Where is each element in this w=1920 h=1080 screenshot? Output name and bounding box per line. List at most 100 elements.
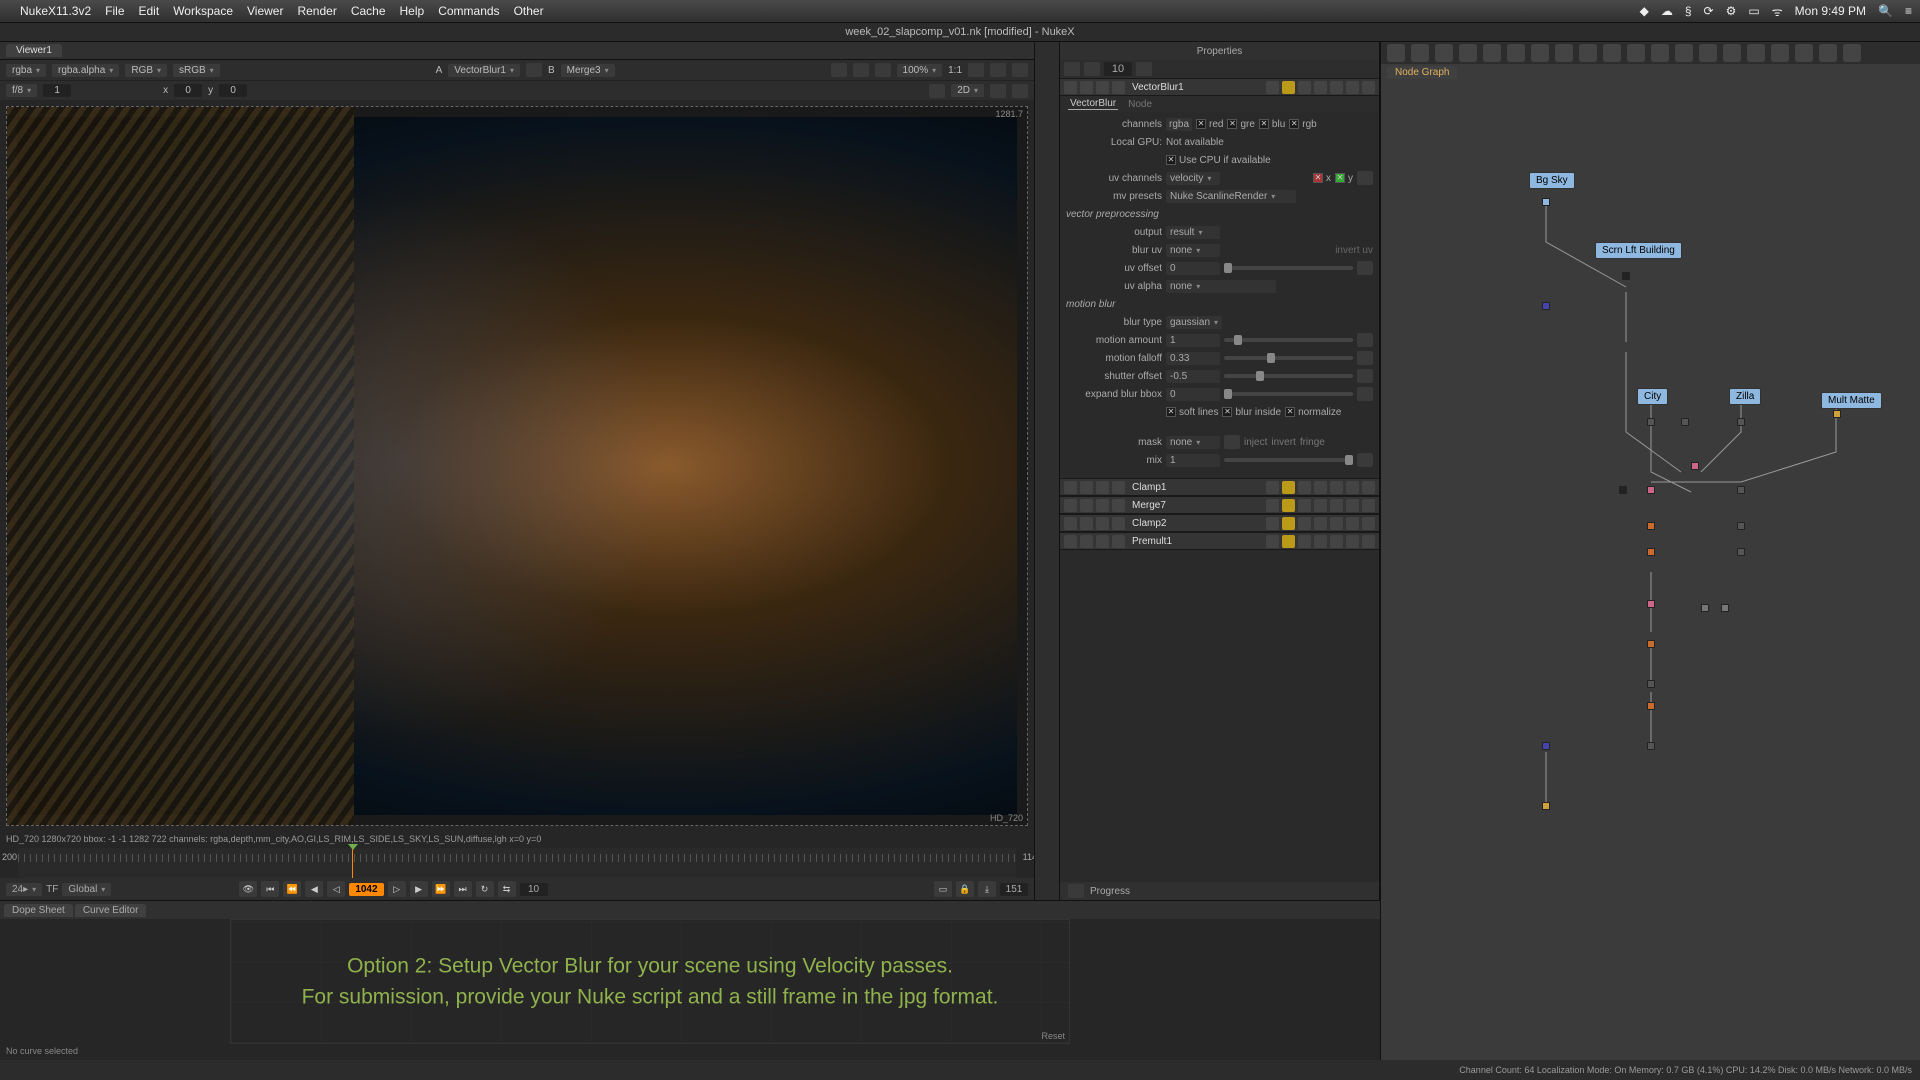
backdrop-bg-sky[interactable]: Bg Sky [1529,172,1575,189]
read-node[interactable] [1542,198,1550,206]
node-label[interactable] [1701,604,1709,612]
eye-icon[interactable]: 👁 [239,881,257,897]
fps-dropdown[interactable]: 24▸ [6,883,42,896]
collapse-icon[interactable] [1064,81,1077,94]
fstop-dropdown[interactable]: f/8 [6,84,37,97]
clear-panels-icon[interactable] [1084,62,1100,76]
dim-dropdown[interactable]: 2D [951,84,984,97]
uv-alpha-dropdown[interactable]: none [1166,280,1276,293]
adobe-icon[interactable]: ◆ [1640,4,1649,18]
playhead-icon[interactable] [348,844,358,850]
menu-cache[interactable]: Cache [351,4,386,18]
frame-increment[interactable]: 10 [520,883,548,896]
green-check[interactable] [1227,119,1237,129]
shutter-offset-anim-icon[interactable] [1357,369,1373,383]
clock[interactable]: Mon 9:49 PM [1795,4,1866,18]
blurinside-check[interactable] [1222,407,1232,417]
viewer-tab[interactable]: Viewer1 [6,44,62,57]
node-label[interactable] [1721,604,1729,612]
updates-icon[interactable]: ⚙ [1726,4,1737,18]
menu-help[interactable]: Help [400,4,425,18]
cloud-icon[interactable]: ☁ [1661,4,1673,18]
pause-icon[interactable] [875,63,891,77]
divider-strip[interactable] [1035,42,1060,900]
zoom-dropdown[interactable]: 100% [897,64,943,77]
proxy-icon[interactable] [853,63,869,77]
node[interactable] [1737,548,1745,556]
blur-type-dropdown[interactable]: gaussian [1166,316,1222,329]
loop-icon[interactable]: ↻ [476,881,494,897]
mix-input[interactable]: 1 [1166,454,1220,467]
bits-dropdown[interactable]: RGB [125,64,167,77]
close-panel-icon[interactable] [1362,535,1375,548]
a-input-dropdown[interactable]: VectorBlur1 [448,64,520,77]
float-panel-icon[interactable] [1136,62,1152,76]
redo-icon[interactable] [1330,81,1343,94]
zoom-fit-icon[interactable] [968,63,984,77]
node[interactable] [1737,486,1745,494]
menu-file[interactable]: File [105,4,124,18]
merge-node[interactable] [1542,302,1550,310]
help-icon[interactable] [1346,81,1359,94]
uv-offset-anim-icon[interactable] [1357,261,1373,275]
tab-vectorblur[interactable]: VectorBlur [1068,98,1118,110]
export-icon[interactable]: ⤓ [978,881,996,897]
motion-falloff-anim-icon[interactable] [1357,351,1373,365]
refresh-icon[interactable] [1012,63,1028,77]
output-dropdown[interactable]: result [1166,226,1220,239]
backdrop-mult-matte[interactable]: Mult Matte [1821,392,1882,409]
read-node[interactable] [1681,418,1689,426]
node-name[interactable]: VectorBlur1 [1128,82,1263,93]
sync-icon[interactable]: ⟳ [1704,4,1714,18]
red-check[interactable] [1196,119,1206,129]
motion-amount-anim-icon[interactable] [1357,333,1373,347]
arrow-icon[interactable] [1068,884,1084,898]
step-back-button[interactable]: ◁ [327,881,345,897]
write-node[interactable] [1542,802,1550,810]
snapshot-icon[interactable] [1266,81,1279,94]
mask-dropdown[interactable]: none [1166,436,1220,449]
node[interactable] [1647,680,1655,688]
undo-icon[interactable] [1314,81,1327,94]
viewer-canvas[interactable]: 1281.7 HD_720 [6,106,1028,826]
mv-presets-dropdown[interactable]: Nuke ScanlineRender [1166,190,1296,203]
center-icon[interactable] [1080,81,1093,94]
timeline[interactable]: 200 1140 [18,848,1016,878]
gain-input[interactable]: 1 [43,84,71,97]
dollar-icon[interactable]: § [1685,4,1692,18]
app-menu[interactable]: NukeX11.3v2 [20,4,91,18]
shutter-offset-input[interactable]: -0.5 [1166,370,1220,383]
close-panel-icon[interactable] [1362,499,1375,512]
link-icon[interactable] [1112,81,1125,94]
backdrop-city[interactable]: City [1637,388,1668,405]
collapse-icon[interactable] [1064,517,1077,530]
node[interactable] [1647,522,1655,530]
backdrop-scrn-building[interactable]: Scrn Lft Building [1595,242,1682,259]
node[interactable] [1647,702,1655,710]
node[interactable] [1737,522,1745,530]
motion-falloff-input[interactable]: 0.33 [1166,352,1220,365]
read-node[interactable] [1647,418,1655,426]
wipe-icon[interactable] [526,63,542,77]
motion-amount-slider[interactable] [1224,338,1353,342]
close-panel-icon[interactable] [1362,481,1375,494]
collapse-icon[interactable] [1064,481,1077,494]
node[interactable] [1647,600,1655,608]
playhead-line[interactable] [352,848,353,878]
curve-canvas[interactable]: Option 2: Setup Vector Blur for your sce… [230,919,1070,1044]
node-header-premult1[interactable]: Premult1 [1060,532,1379,550]
node-header-vectorblur[interactable]: VectorBlur1 [1060,78,1379,96]
uv-offset-input[interactable]: 0 [1166,262,1220,275]
read-node[interactable] [1622,272,1630,280]
revert-icon[interactable] [1298,81,1311,94]
expand-bbox-slider[interactable] [1224,392,1353,396]
menu-render[interactable]: Render [297,4,336,18]
play-fwd-button[interactable]: ▶ [410,881,428,897]
expand-bbox-anim-icon[interactable] [1357,387,1373,401]
lock-panels-icon[interactable] [1064,62,1080,76]
menu-workspace[interactable]: Workspace [173,4,233,18]
wifi-icon[interactable]: ᯤ [1772,3,1783,20]
lut-dropdown[interactable]: sRGB [173,64,220,77]
max-panels-input[interactable]: 10 [1104,62,1132,76]
node-header-merge7[interactable]: Merge7 [1060,496,1379,514]
